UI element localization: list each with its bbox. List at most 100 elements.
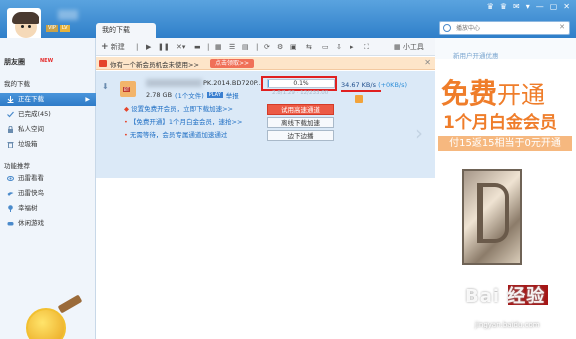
chevron-right-icon[interactable]: › <box>415 121 423 145</box>
ad-header-text: 新用户开通优惠 <box>453 52 499 60</box>
download-speed: 34.67 KB/s (+0KB/s) <box>341 81 407 89</box>
tree-icon <box>8 205 13 212</box>
sidebar-friends[interactable]: 朋友圈 <box>4 57 25 67</box>
logo-letter-p <box>477 183 509 243</box>
play-while-download-button[interactable]: 边下边播 <box>267 130 334 141</box>
folder-icon[interactable]: ▬ <box>194 42 201 52</box>
fullscreen-icon[interactable]: ⛶ <box>364 42 369 52</box>
grid-view-icon[interactable]: ▦ <box>215 42 222 52</box>
bird-icon <box>7 192 14 196</box>
crown-icon[interactable]: ♛ <box>487 2 494 12</box>
search-box[interactable]: ✕ <box>439 21 570 35</box>
search-input[interactable] <box>440 22 550 34</box>
refresh-icon[interactable]: ⟳ <box>264 42 270 52</box>
offline-download-button[interactable]: 离线下载加速 <box>267 117 334 128</box>
user-badges: VIP LV <box>46 25 70 32</box>
eye-icon <box>7 176 14 181</box>
accelerate-icon[interactable] <box>355 95 363 103</box>
sidebar-item-label: 幸福树 <box>18 204 38 212</box>
menu-dropdown-icon[interactable]: ▾ <box>526 2 530 12</box>
delete-icon[interactable]: ✕▾ <box>176 42 185 52</box>
minimize-button[interactable]: — <box>536 2 544 12</box>
plus-icon: + <box>101 42 109 52</box>
promo-text[interactable]: 你有一个新会员机会未使用>> <box>110 59 199 69</box>
file-count[interactable]: (1个文件) <box>175 90 204 100</box>
sidebar-item-trash[interactable]: 垃圾箱 <box>0 138 96 151</box>
settings-icon[interactable]: ⚙ <box>277 42 283 52</box>
download-icon <box>7 96 14 103</box>
sidebar-item-private[interactable]: 私人空间 <box>0 123 96 136</box>
sidebar-item-label: 迅雷快鸟 <box>18 189 44 197</box>
mascot-egg-icon[interactable] <box>26 308 66 339</box>
detail-view-icon[interactable]: ▤ <box>242 42 249 52</box>
claim-button[interactable]: 点击领取>> <box>210 59 255 68</box>
bullet-icon: ◆ <box>124 105 129 113</box>
play-icon[interactable]: ▶ <box>146 42 151 52</box>
mail-icon[interactable]: ✉ <box>513 2 520 12</box>
level-badge[interactable]: LV <box>59 25 70 32</box>
offer-text: 设置免费开会员，立即下载加速>> <box>131 105 233 113</box>
highlight-underline <box>341 90 381 92</box>
crown-icon-2[interactable]: ♛ <box>500 2 507 12</box>
new-task-button[interactable]: + 新建 <box>101 42 125 52</box>
avatar-hair <box>12 12 39 24</box>
sidebar-my-downloads-heading: 我的下载 <box>4 80 30 88</box>
avatar[interactable] <box>7 8 41 42</box>
file-meta: 2.78 GB (1个文件) PLAY 举报 <box>146 90 239 100</box>
sidebar-item-tree[interactable]: 幸福树 <box>0 202 96 215</box>
offer-item-free-member[interactable]: ◆ 设置免费开会员，立即下载加速>> <box>124 103 242 116</box>
pause-icon[interactable]: ❚❚ <box>158 42 170 52</box>
tools-icon: ▦ <box>394 43 401 51</box>
ad-subheadline: 1个月白金会员 <box>443 113 557 133</box>
ad-offer-strip[interactable]: 付15返15相当于0元开通 <box>438 136 572 151</box>
close-promo-icon[interactable]: ✕ <box>424 58 431 67</box>
speed-extra: (+0KB/s) <box>378 81 408 89</box>
gift-icon <box>99 60 107 67</box>
sidebar-item-label: 休闲游戏 <box>18 219 44 227</box>
sidebar-featured-heading: 功能推荐 <box>4 162 30 170</box>
ad-headline-bold: 免费 <box>441 77 498 110</box>
sidebar-item-kankan[interactable]: 迅雷看看 <box>0 172 96 185</box>
transfer-icon[interactable]: ⇆ <box>306 42 312 52</box>
sidebar-item-label: 迅雷看看 <box>18 174 44 182</box>
monitor-icon[interactable]: ▭ <box>322 42 329 52</box>
download-queue-icon[interactable]: ⇩ <box>336 42 342 52</box>
offer-item-no-wait[interactable]: • 无需等待，会员专属通道加速通过 <box>124 129 242 142</box>
tools-button[interactable]: ▦ 小工具 <box>394 42 424 52</box>
tab-my-downloads[interactable]: 我的下载 <box>96 23 156 38</box>
sidebar-item-label: 已完成(45) <box>18 110 51 118</box>
sidebar-item-completed[interactable]: 已完成(45) <box>0 108 96 121</box>
close-button[interactable]: ✕ <box>563 2 570 12</box>
ad-panel[interactable]: 新用户开通优惠 免费开通 1个月白金会员 付15返15相当于0元开通 Bai 经… <box>435 38 576 339</box>
bullet-icon: • <box>124 118 128 126</box>
report-link[interactable]: 举报 <box>226 90 239 100</box>
media-icon[interactable]: ▣ <box>290 42 297 52</box>
maximize-button[interactable]: ▢ <box>550 2 558 12</box>
divider-icon: | <box>256 43 259 51</box>
title-bar: VIP LV 我的下载 ♛ ♛ ✉ ▾ — ▢ ✕ ✕ <box>0 0 576 42</box>
download-task-row[interactable]: ⬇ BT PK.2014.BD720P... 2.78 GB (1个文件) PL… <box>96 71 435 178</box>
gamepad-icon <box>7 222 14 226</box>
check-icon <box>7 111 14 118</box>
offer-item-platinum[interactable]: • 【免费开通】1个月白金会员，速抢>> <box>124 116 242 129</box>
clear-search-icon[interactable]: ✕ <box>559 23 565 31</box>
file-type-tag: BT <box>123 87 131 92</box>
sidebar-item-downloading[interactable]: 正在下载 ▶ <box>0 93 96 106</box>
hammer-icon <box>57 294 83 314</box>
high-speed-button[interactable]: 试用高速通道 <box>267 104 334 115</box>
bullet-icon: • <box>124 131 128 139</box>
new-task-label: 新建 <box>110 43 125 51</box>
sidebar-item-kuainiao[interactable]: 迅雷快鸟 <box>0 187 96 200</box>
play-tag[interactable]: PLAY <box>206 92 223 98</box>
speed-icon[interactable]: ▸ <box>350 42 354 52</box>
sidebar-item-games[interactable]: 休闲游戏 <box>0 217 96 230</box>
offer-text: 【免费开通】1个月白金会员，速抢>> <box>129 118 243 126</box>
list-view-icon[interactable]: ☰ <box>229 42 235 52</box>
sidebar-item-label: 正在下载 <box>18 95 44 103</box>
trash-icon <box>7 142 14 148</box>
file-name: PK.2014.BD720P... <box>203 79 263 87</box>
downloaded-amount: 2.8/1.29 · 12/233.00 <box>272 90 329 96</box>
divider-icon: | <box>136 43 139 51</box>
divider-icon: | <box>207 43 210 51</box>
vip-badge[interactable]: VIP <box>46 25 58 32</box>
